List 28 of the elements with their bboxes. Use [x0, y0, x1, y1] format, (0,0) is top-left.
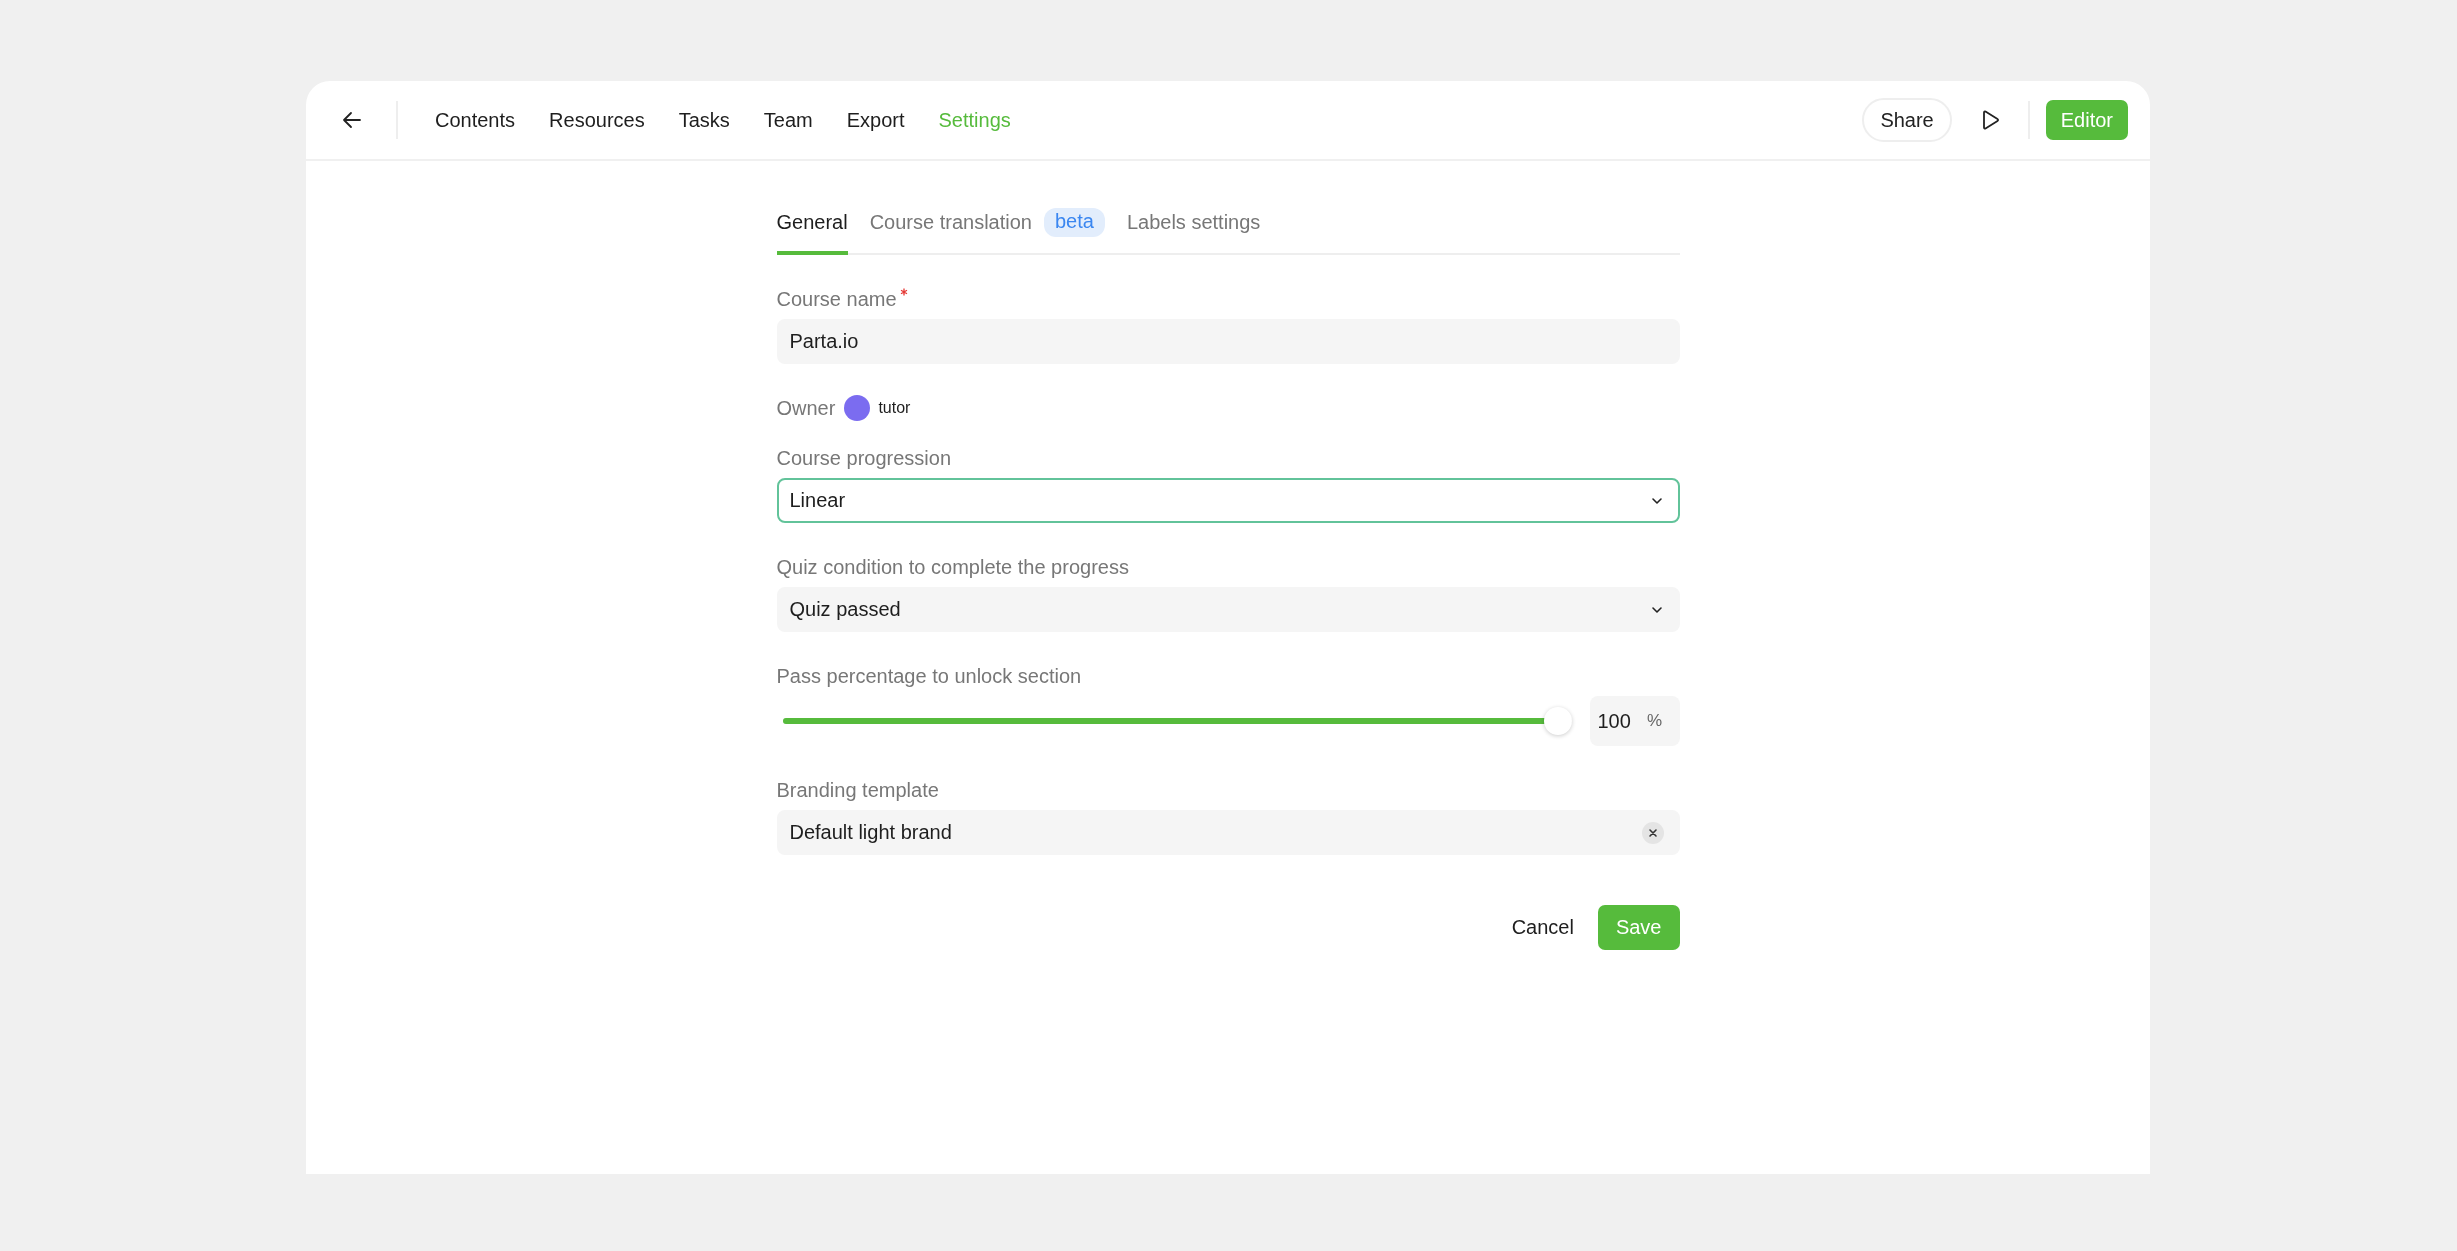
- nav-link[interactable]: Tasks: [661, 100, 747, 140]
- cancel-button[interactable]: Cancel: [1511, 916, 1574, 939]
- tab[interactable]: Labels settings: [1126, 193, 1261, 255]
- nav-link[interactable]: Resources: [532, 100, 662, 140]
- tab[interactable]: Course translation: [869, 193, 1032, 255]
- owner-label: Owner: [776, 396, 836, 420]
- field-label: Pass percentage to unlock section: [776, 665, 1083, 688]
- slider-handle[interactable]: [1543, 707, 1572, 735]
- nav-link[interactable]: Export: [829, 100, 922, 140]
- course-name-input[interactable]: Parta.io: [776, 319, 1680, 364]
- field-label: Course progression: [776, 447, 953, 470]
- beta-badge: beta: [1043, 207, 1105, 237]
- percentage-input[interactable]: 100 %: [1589, 696, 1680, 746]
- field-label: Branding template: [776, 779, 940, 802]
- slider-track[interactable]: [782, 707, 1572, 735]
- share-button[interactable]: Share: [1862, 98, 1952, 142]
- branding-select[interactable]: Default light brand: [776, 810, 1680, 855]
- clear-button[interactable]: [1641, 821, 1664, 844]
- owner-name: tutor: [878, 399, 911, 417]
- dropdown[interactable]: Linear: [776, 478, 1680, 523]
- nav-link[interactable]: Team: [746, 100, 830, 140]
- back-arrow-icon: [341, 109, 363, 131]
- dropdown[interactable]: Quiz passed: [776, 587, 1680, 632]
- tab[interactable]: General: [776, 193, 848, 255]
- field-label: Quiz condition to complete the progress: [776, 556, 1130, 579]
- field-label: Course name: [776, 288, 897, 311]
- close-icon: [1647, 827, 1658, 838]
- nav-link[interactable]: Contents: [418, 100, 533, 140]
